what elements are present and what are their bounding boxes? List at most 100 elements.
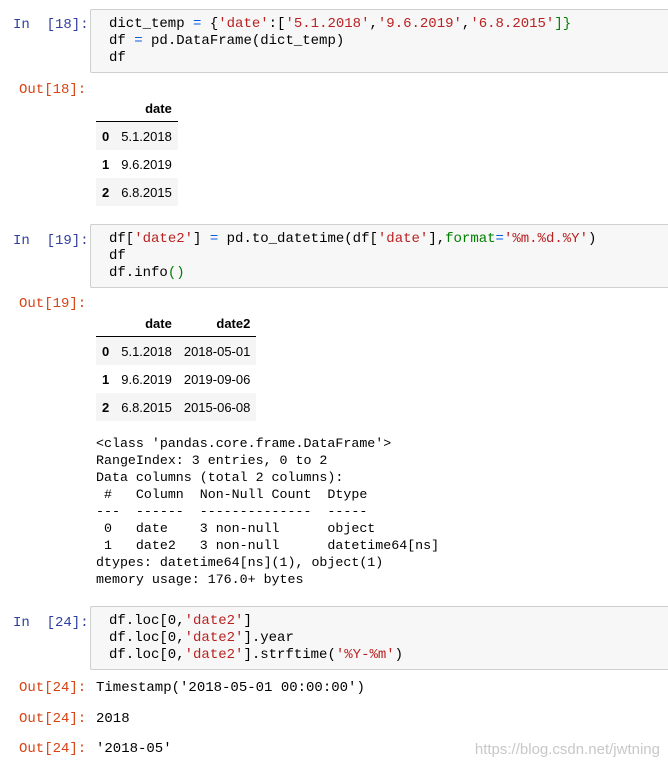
column-header: date [115, 95, 178, 122]
table-row: 0 5.1.2018 [96, 121, 178, 150]
code-line: df['date2'] = pd.to_datetime(df['date'],… [109, 231, 668, 248]
column-header: date [115, 310, 178, 337]
code-token: = [134, 33, 143, 49]
code-cell-input-18[interactable]: dict_temp = {'date':['5.1.2018','9.6.201… [90, 9, 668, 73]
code-line: df.loc[0,'date2'].year [109, 630, 668, 647]
code-token: df.loc[0, [109, 630, 185, 646]
code-token: df [109, 248, 126, 264]
code-token: df.info [109, 265, 168, 281]
table-cell: 9.6.2019 [121, 156, 172, 172]
table-row: 1 9.6.2019 [96, 150, 178, 178]
code-token: df[ [109, 231, 135, 247]
row-index: 0 [102, 128, 110, 144]
code-token: 'date2' [134, 231, 194, 247]
row-index: 0 [102, 343, 110, 359]
output-prompt-24a: Out[24]: [19, 680, 87, 696]
info-line: 0 date 3 non-null object [96, 521, 376, 536]
code-token: 'date2' [184, 647, 244, 663]
code-token: , [369, 16, 378, 32]
code-token: 'date' [218, 16, 269, 32]
column-header: date2 [177, 310, 257, 337]
output-prompt-18: Out[18]: [19, 82, 87, 98]
info-line: dtypes: datetime64[ns](1), object(1) [96, 555, 384, 570]
code-lines: df['date2'] = pd.to_datetime(df['date'],… [109, 231, 668, 282]
row-index: 2 [102, 399, 110, 415]
code-token: ].strftime( [243, 647, 336, 663]
table-cell: 2019-09-06 [183, 371, 251, 387]
table-cell: 5.1.2018 [121, 343, 172, 359]
code-token: '5.1.2018' [285, 16, 370, 32]
code-token: '9.6.2019' [377, 16, 462, 32]
table-row: 0 5.1.2018 2018-05-01 [96, 336, 257, 365]
code-line: dict_temp = {'date':['5.1.2018','9.6.201… [109, 16, 668, 33]
code-token: pd.to_datetime(df[ [218, 231, 378, 247]
table-cell: 9.6.2019 [121, 371, 172, 387]
code-token: '6.8.2015' [470, 16, 555, 32]
info-line: <class 'pandas.core.frame.DataFrame'> [96, 436, 392, 451]
input-prompt-18: In [18]: [13, 17, 89, 33]
code-token: ].year [243, 630, 294, 646]
df-info-output: <class 'pandas.core.frame.DataFrame'> Ran… [96, 435, 439, 588]
output-value-timestamp: Timestamp('2018-05-01 00:00:00') [96, 680, 365, 696]
code-line: df.loc[0,'date2'].strftime('%Y-%m') [109, 647, 668, 664]
code-token: 'date2' [184, 630, 244, 646]
code-token: 'date' [377, 231, 429, 247]
dataframe-output-19: date date2 0 5.1.2018 2018-05-01 1 9.6.2019 201… [96, 310, 257, 421]
code-line: df [109, 50, 668, 67]
index-header [96, 95, 116, 122]
code-token: ], [428, 231, 446, 247]
table-cell: 2018-05-01 [183, 343, 251, 359]
info-line: memory usage: 176.0+ bytes [96, 572, 304, 587]
code-token: df [109, 33, 135, 49]
output-prompt-24c: Out[24]: [19, 741, 87, 757]
code-token: '%m.%d.%Y' [503, 231, 588, 247]
code-token: ) [394, 647, 404, 663]
row-index: 2 [102, 184, 110, 200]
code-token: = [209, 231, 219, 247]
output-value-year: 2018 [96, 711, 130, 727]
table-cell: 2015-06-08 [183, 399, 251, 415]
code-lines: df.loc[0,'date2'] df.loc[0,'date2'].year d… [109, 613, 668, 664]
code-token: ) [587, 231, 597, 247]
code-token: () [167, 265, 185, 281]
table-row: 2 6.8.2015 [96, 178, 178, 206]
table-cell: 5.1.2018 [121, 128, 172, 144]
table-row: 1 9.6.2019 2019-09-06 [96, 365, 256, 393]
watermark: https://blog.csdn.net/jwtning [474, 741, 660, 758]
code-token: df [109, 50, 126, 66]
output-value-strftime: '2018-05' [96, 741, 172, 757]
code-token: ]} [554, 16, 572, 32]
code-token: ] [193, 231, 210, 247]
code-token: dict_temp [109, 16, 194, 32]
code-line: df.loc[0,'date2'] [109, 613, 668, 630]
code-token: format [445, 231, 496, 247]
code-line: df [109, 248, 668, 265]
code-token: '%Y-%m' [335, 647, 395, 663]
code-token: = [495, 231, 504, 247]
code-token: pd.DataFrame(dict_temp) [142, 33, 345, 49]
code-token: { [201, 16, 219, 32]
input-prompt-19: In [19]: [13, 233, 89, 249]
code-cell-input-19[interactable]: df['date2'] = pd.to_datetime(df['date'],… [90, 224, 668, 288]
info-line: Data columns (total 2 columns): [96, 470, 344, 485]
info-line: RangeIndex: 3 entries, 0 to 2 [96, 453, 328, 468]
code-token: df.loc[0, [109, 647, 185, 663]
dataframe-output-18: date 0 5.1.2018 1 9.6.2019 2 6.8.2015 [96, 95, 178, 206]
code-cell-input-24[interactable]: df.loc[0,'date2'] df.loc[0,'date2'].year d… [90, 606, 668, 670]
row-index: 1 [102, 156, 110, 172]
output-prompt-19: Out[19]: [19, 296, 87, 312]
code-token: ] [243, 613, 252, 629]
row-index: 1 [102, 371, 110, 387]
table-cell: 6.8.2015 [121, 184, 172, 200]
info-line: # Column Non-Null Count Dtype [96, 487, 368, 502]
code-lines: dict_temp = {'date':['5.1.2018','9.6.201… [109, 16, 668, 67]
table-row: 2 6.8.2015 2015-06-08 [96, 393, 257, 421]
info-line: 1 date2 3 non-null datetime64[ns] [96, 538, 440, 553]
code-line: df = pd.DataFrame(dict_temp) [109, 33, 668, 50]
code-token: :[ [268, 16, 286, 32]
code-line: df.info() [109, 265, 668, 282]
index-header [96, 310, 116, 337]
code-token: 'date2' [184, 613, 244, 629]
info-line: --- ------ -------------- ----- [96, 504, 368, 519]
table-cell: 6.8.2015 [121, 399, 172, 415]
